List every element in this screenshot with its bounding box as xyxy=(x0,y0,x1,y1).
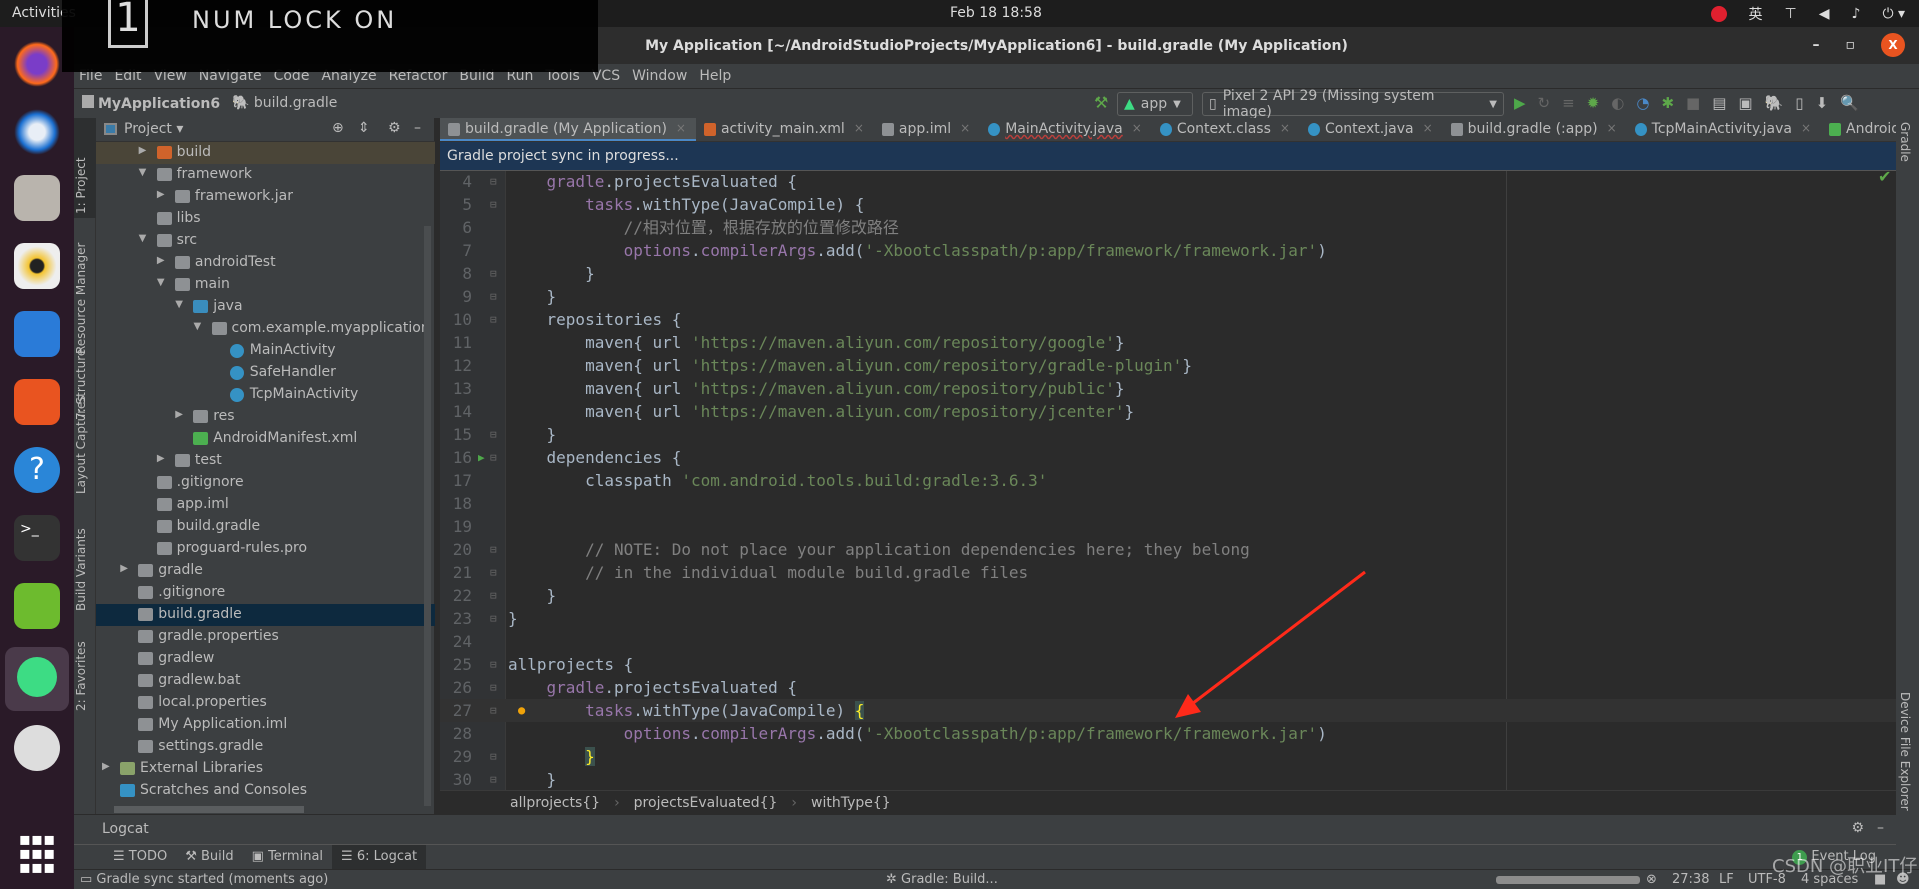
watermark: CSDN @职业IT仔 xyxy=(1772,856,1918,877)
numlock-key: 1 xyxy=(108,0,148,48)
numlock-text: NUM LOCK ON xyxy=(192,6,398,34)
annotation-arrow xyxy=(1175,570,1366,718)
arrow-shaft xyxy=(1187,570,1366,709)
arrow-head xyxy=(1175,694,1201,718)
numlock-osd: 1 NUM LOCK ON xyxy=(62,0,598,72)
